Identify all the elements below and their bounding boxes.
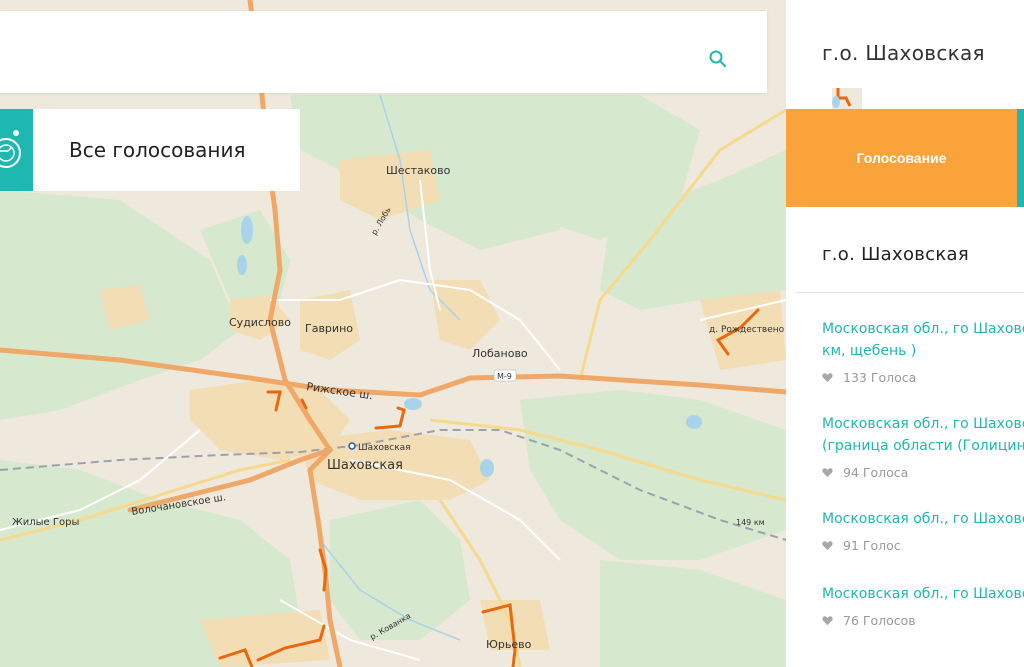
label-m9: М-9 — [497, 372, 512, 381]
vote-count: 133 Голоса — [822, 370, 1024, 385]
panel-subtitle: г.о. Шаховская — [822, 244, 970, 265]
label-station: Шаховская — [358, 443, 411, 453]
vote-item-title[interactable]: Московская обл., го Шаховская — [822, 413, 1024, 435]
heart-icon — [822, 616, 833, 626]
label-lobanovo: Лобаново — [472, 347, 528, 360]
label-town: Шаховская — [327, 458, 403, 473]
heart-icon — [822, 468, 833, 478]
vote-item-title-continued[interactable]: (граница области (Голицино — [822, 435, 1024, 457]
label-gavrino: Гаврино — [305, 322, 353, 335]
label-rozhdestveno: д. Рождествено — [709, 325, 785, 335]
vote-item-title-continued[interactable]: км, щебень ) — [822, 340, 1024, 362]
voting-panel: г.о. Шаховская Голосование г.о. Шаховска… — [786, 0, 1024, 667]
search-input[interactable] — [0, 11, 690, 93]
heart-icon — [822, 541, 833, 551]
panel-tabs: Голосование — [786, 109, 1024, 207]
label-zhilye-gory: Жилые Горы — [12, 517, 79, 528]
vote-count-text: 76 Голосов — [843, 613, 916, 628]
label-sudislovo: Судислово — [229, 316, 291, 329]
heart-icon — [822, 373, 833, 383]
divider — [796, 292, 1024, 293]
vote-item-title[interactable]: Московская обл., го Шаховская — [822, 318, 1024, 340]
tab-vote[interactable]: Голосование — [786, 109, 1017, 207]
tab-next[interactable] — [1017, 109, 1024, 207]
station-icon — [348, 442, 356, 450]
panel-title: г.о. Шаховская — [822, 41, 985, 65]
vote-item[interactable]: Московская обл., го Шаховская км, щебень… — [822, 318, 1024, 385]
logo-icon — [0, 109, 33, 191]
label-149km: 149 км — [736, 518, 765, 527]
vote-count-text: 91 Голос — [843, 538, 901, 553]
vote-count: 76 Голосов — [822, 613, 1024, 628]
vote-count-text: 133 Голоса — [843, 370, 917, 385]
search-icon[interactable] — [708, 49, 728, 69]
search-bar — [0, 11, 767, 93]
vote-count-text: 94 Голоса — [843, 465, 909, 480]
all-votes-button[interactable]: Все голосования — [0, 109, 300, 191]
vote-item-title[interactable]: Московская обл., го Шаховская — [822, 508, 1024, 530]
label-yurievo: Юрьево — [486, 638, 532, 651]
all-votes-label: Все голосования — [69, 138, 246, 162]
vote-item-title[interactable]: Московская обл., го Шаховская — [822, 583, 1024, 605]
vote-count: 91 Голос — [822, 538, 1024, 553]
label-shestakovo: Шестаково — [386, 164, 451, 177]
vote-count: 94 Голоса — [822, 465, 1024, 480]
vote-item[interactable]: Московская обл., го Шаховская 91 Голос — [822, 508, 1024, 553]
vote-item[interactable]: Московская обл., го Шаховская 76 Голосов — [822, 583, 1024, 628]
vote-item[interactable]: Московская обл., го Шаховская (граница о… — [822, 413, 1024, 480]
